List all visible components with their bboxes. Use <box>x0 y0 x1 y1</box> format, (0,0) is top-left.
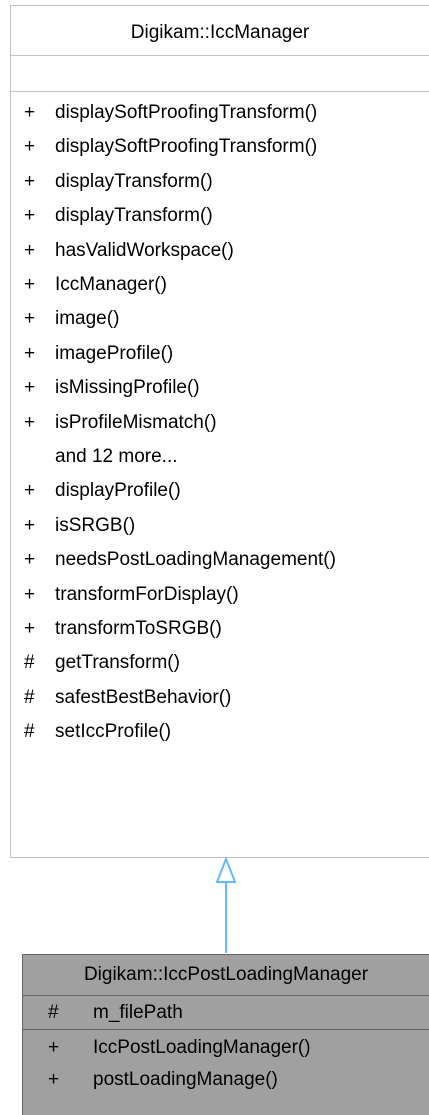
member-name: postLoadingManage() <box>93 1069 278 1090</box>
visibility-marker: + <box>48 1037 60 1058</box>
inheritance-arrowhead <box>215 856 237 883</box>
member-name: m_filePath <box>93 1002 183 1023</box>
child-class-title: Digikam::IccPostLoadingManager <box>83 964 369 985</box>
child-class-box[interactable]: Digikam::IccPostLoadingManager # m_filePa… <box>22 954 429 1115</box>
visibility-marker: + <box>48 1069 60 1090</box>
visibility-marker: # <box>48 1002 59 1023</box>
inheritance-arrow <box>215 856 237 953</box>
child-methods-separator <box>23 1029 429 1030</box>
member-name: IccPostLoadingManager() <box>93 1037 311 1058</box>
child-attributes-separator <box>23 995 429 996</box>
